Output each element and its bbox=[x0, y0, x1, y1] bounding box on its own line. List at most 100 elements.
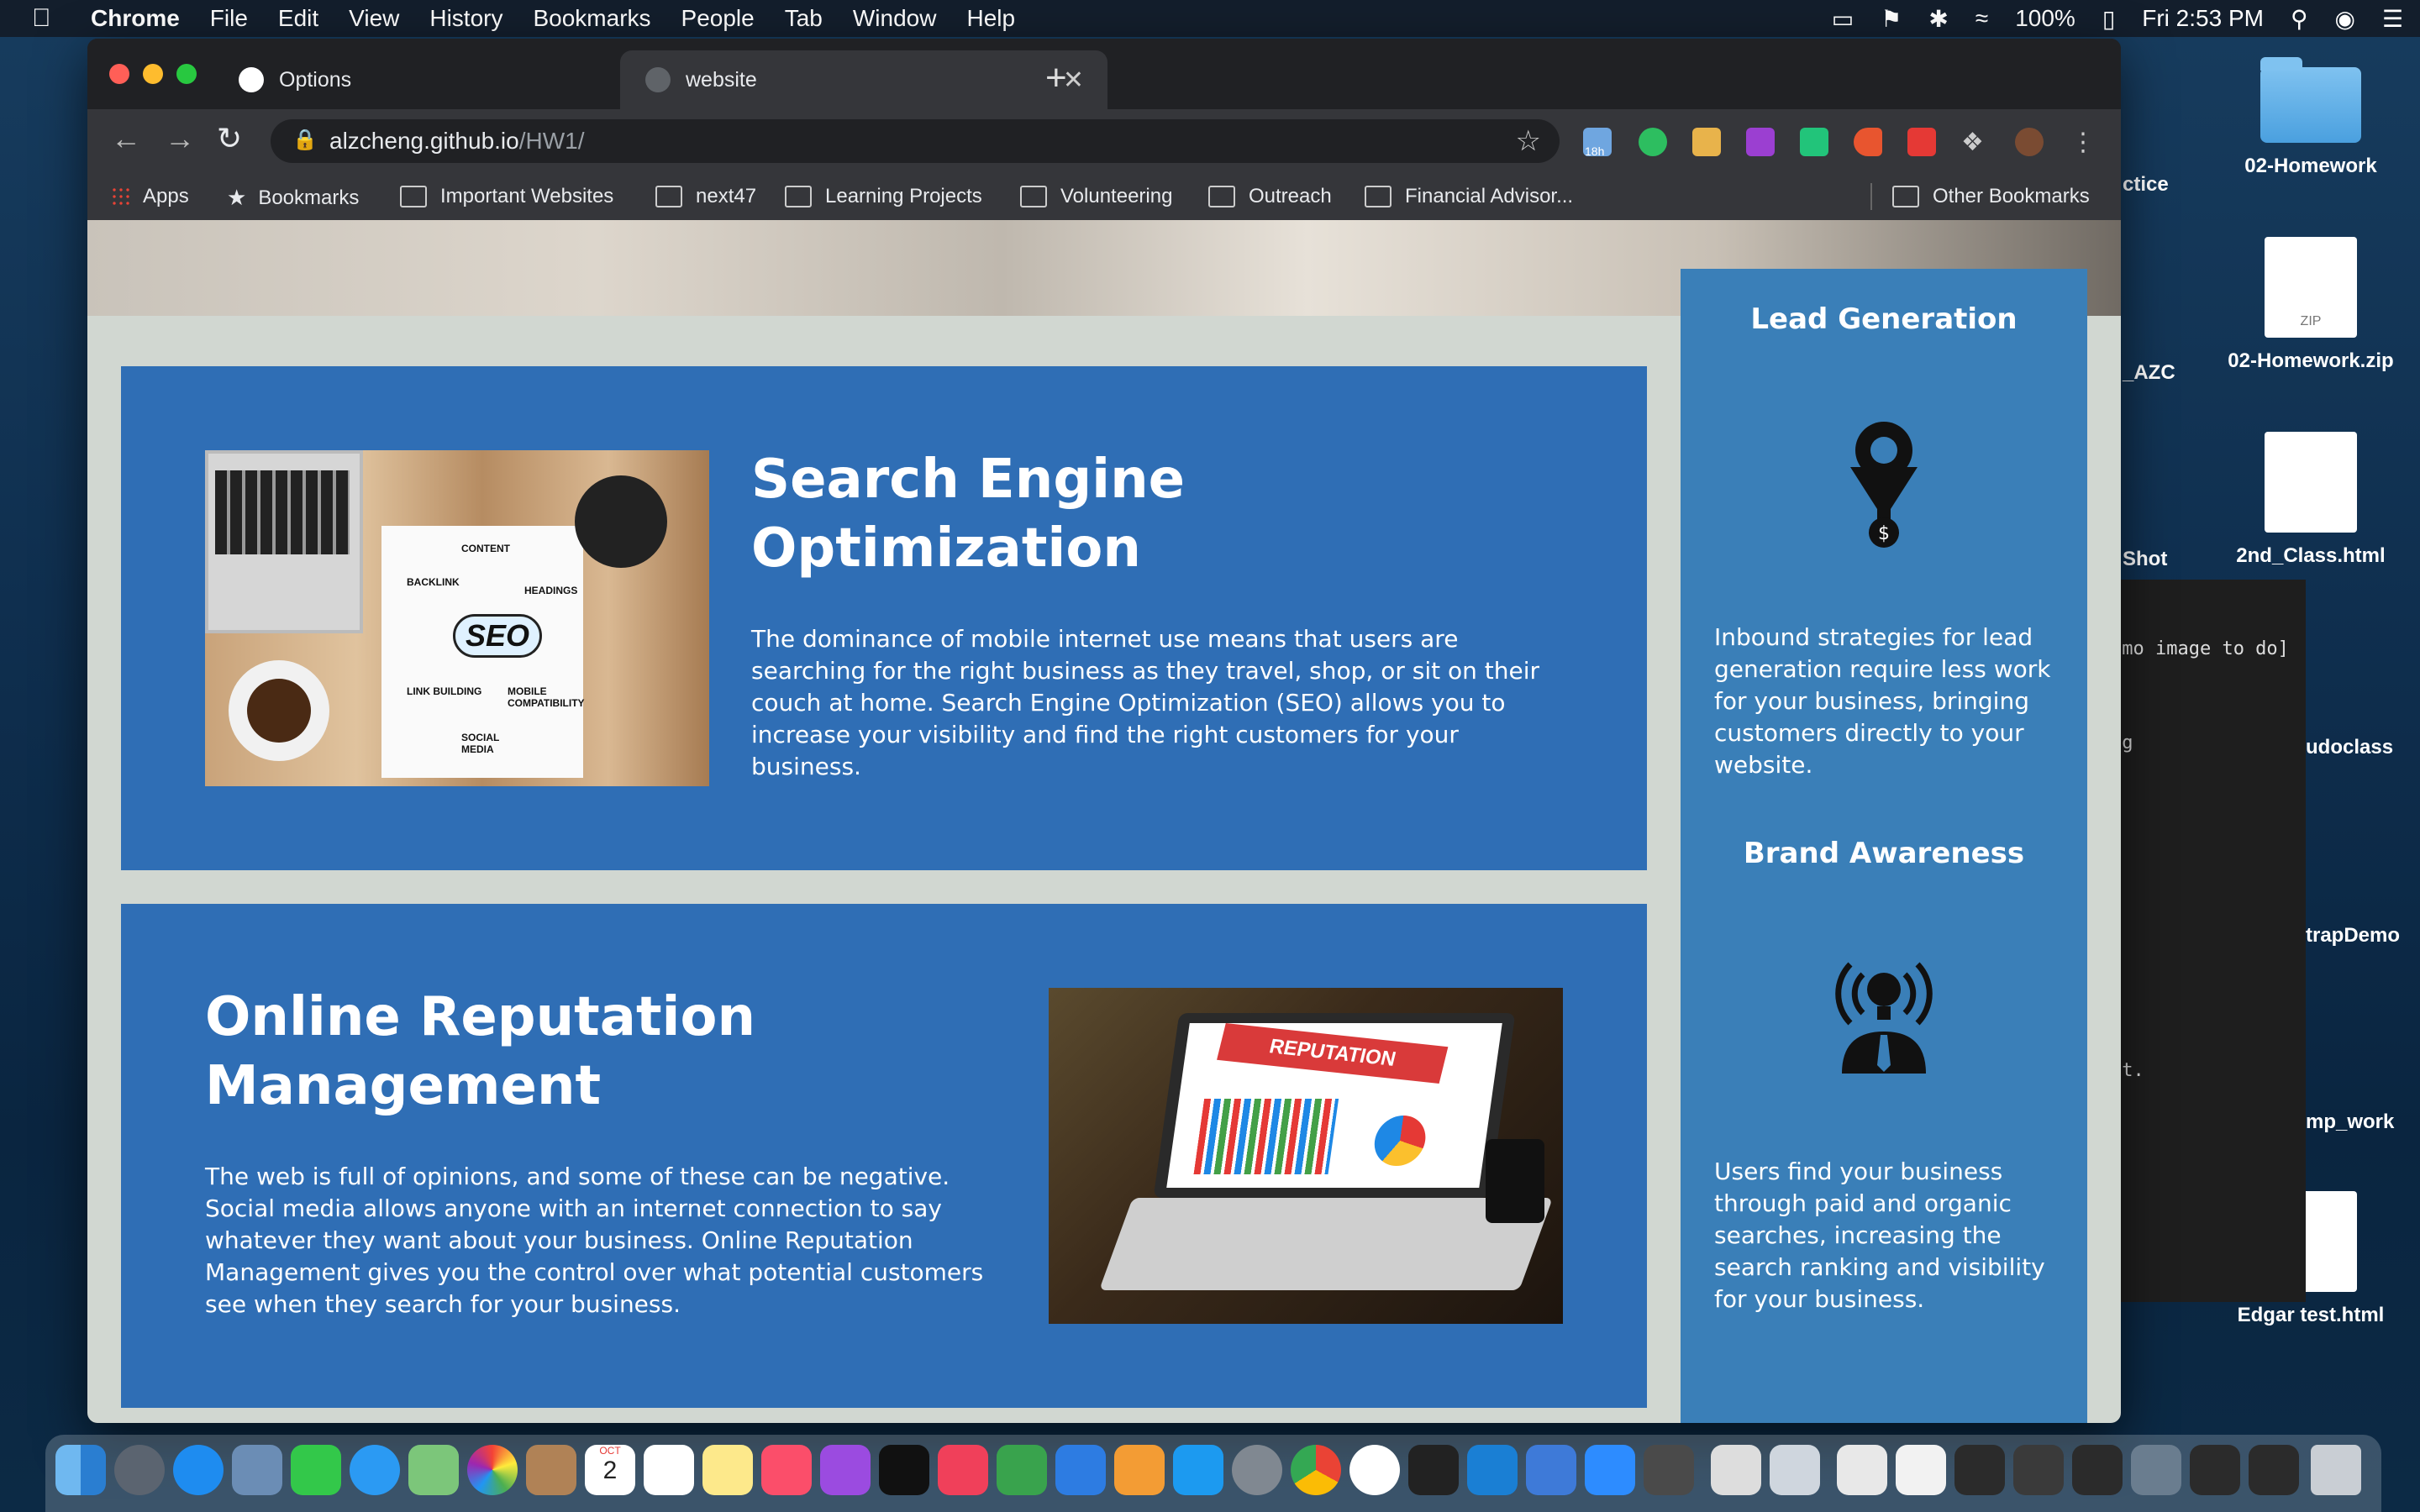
menu-view[interactable]: View bbox=[349, 5, 399, 32]
evernote-icon[interactable] bbox=[1639, 128, 1667, 156]
desktop-file-02-homework-zip[interactable]: ZIP 02-Homework.zip bbox=[2218, 237, 2403, 373]
launchpad-icon[interactable] bbox=[114, 1445, 165, 1495]
finder-icon[interactable] bbox=[55, 1445, 106, 1495]
menu-window[interactable]: Window bbox=[853, 5, 937, 32]
close-window-icon[interactable] bbox=[109, 64, 129, 84]
hourglass-icon[interactable] bbox=[1692, 128, 1721, 156]
search-icon[interactable]: ⚲ bbox=[2291, 5, 2308, 33]
bookmark-bookmarks[interactable]: ★ Bookmarks bbox=[227, 185, 359, 211]
document-icon[interactable] bbox=[1837, 1445, 1887, 1495]
tv-icon[interactable] bbox=[879, 1445, 929, 1495]
bookmark-other-bookmarks[interactable]: Other Bookmarks bbox=[1892, 185, 2090, 208]
bookmark-next47[interactable]: next47 bbox=[655, 185, 756, 208]
minimized-window-icon[interactable] bbox=[2072, 1445, 2123, 1495]
bookmark-outreach[interactable]: Outreach bbox=[1208, 185, 1332, 208]
menu-help[interactable]: Help bbox=[966, 5, 1015, 32]
chrome-icon[interactable] bbox=[1291, 1445, 1341, 1495]
battery-icon[interactable]: ▯ bbox=[2102, 5, 2115, 33]
pages-icon[interactable] bbox=[1114, 1445, 1165, 1495]
minimized-window-icon[interactable] bbox=[2249, 1445, 2299, 1495]
photos-icon[interactable] bbox=[467, 1445, 518, 1495]
slack-icon[interactable] bbox=[1349, 1445, 1400, 1495]
minimized-window-icon[interactable] bbox=[2013, 1445, 2064, 1495]
bookmark-volunteering[interactable]: Volunteering bbox=[1020, 185, 1172, 208]
menu-file[interactable]: File bbox=[210, 5, 248, 32]
github-desktop-icon[interactable] bbox=[1644, 1445, 1694, 1495]
safari-icon[interactable] bbox=[173, 1445, 224, 1495]
music-icon[interactable] bbox=[761, 1445, 812, 1495]
minimized-window-icon[interactable] bbox=[1896, 1445, 1946, 1495]
back-icon[interactable]: ← bbox=[111, 121, 141, 156]
menu-edit[interactable]: Edit bbox=[278, 5, 318, 32]
bookmark-financial-advisor[interactable]: Financial Advisor... bbox=[1365, 185, 1573, 208]
menu-app-name[interactable]: Chrome bbox=[91, 5, 180, 32]
contacts-icon[interactable] bbox=[526, 1445, 576, 1495]
keynote-icon[interactable] bbox=[1055, 1445, 1106, 1495]
desktop-partial-label[interactable]: trapDemo bbox=[2306, 924, 2420, 948]
desktop-partial-label[interactable]: ctice bbox=[2123, 173, 2190, 197]
system-preferences-icon[interactable] bbox=[1232, 1445, 1282, 1495]
xcode-icon[interactable] bbox=[1526, 1445, 1576, 1495]
desktop-partial-label[interactable]: Shot bbox=[2123, 548, 2190, 571]
minimized-window-icon[interactable] bbox=[1954, 1445, 2005, 1495]
desktop-partial-label[interactable]: udoclass bbox=[2306, 736, 2420, 759]
terminal-icon[interactable] bbox=[1408, 1445, 1459, 1495]
menu-tab[interactable]: Tab bbox=[785, 5, 823, 32]
notes-icon[interactable] bbox=[702, 1445, 753, 1495]
color-picker-icon[interactable] bbox=[1746, 128, 1775, 156]
minimized-window-icon[interactable] bbox=[2131, 1445, 2181, 1495]
terminal-window[interactable]: emo image to do] ng ct. bbox=[2101, 580, 2306, 1302]
bookmark-learning-projects[interactable]: Learning Projects bbox=[785, 185, 982, 208]
control-center-icon[interactable]: ☰ bbox=[2382, 5, 2403, 33]
desktop-folder-02-homework[interactable]: 02-Homework bbox=[2218, 57, 2403, 178]
bookmark-apps[interactable]: Apps bbox=[111, 185, 189, 208]
timer-extension-icon[interactable]: 18h bbox=[1583, 128, 1612, 158]
maps-icon[interactable] bbox=[408, 1445, 459, 1495]
bookmark-important-websites[interactable]: Important Websites bbox=[400, 185, 613, 208]
battery-percent[interactable]: 100% bbox=[2015, 5, 2075, 32]
apple-menu-icon[interactable]:  bbox=[32, 4, 66, 33]
calendar-icon[interactable]: OCT 2 bbox=[585, 1445, 635, 1495]
minimize-window-icon[interactable] bbox=[143, 64, 163, 84]
numbers-icon[interactable] bbox=[997, 1445, 1047, 1495]
more-menu-icon[interactable]: ⋮ bbox=[2070, 128, 2099, 156]
menu-bookmarks[interactable]: Bookmarks bbox=[533, 5, 650, 32]
preview-icon[interactable] bbox=[1770, 1445, 1820, 1495]
wifi-icon[interactable]: ≈ bbox=[1975, 5, 1988, 32]
address-bar[interactable]: 🔒 alzcheng.github.io/HW1/ ☆ bbox=[271, 119, 1560, 163]
new-tab-icon[interactable]: + bbox=[1045, 57, 1067, 99]
web-page[interactable]: CONTENT BACKLINK HEADINGS SEO LINK BUILD… bbox=[87, 220, 2121, 1423]
text-edit-icon[interactable] bbox=[1711, 1445, 1761, 1495]
screenshot-extension-icon[interactable] bbox=[1800, 128, 1828, 156]
menu-people[interactable]: People bbox=[681, 5, 755, 32]
vscode-icon[interactable] bbox=[1467, 1445, 1518, 1495]
desktop-partial-label[interactable]: mp_work bbox=[2306, 1110, 2420, 1134]
bluetooth-icon[interactable]: ✱ bbox=[1928, 5, 1948, 33]
zoom-window-icon[interactable] bbox=[176, 64, 197, 84]
forward-icon[interactable]: → bbox=[165, 121, 195, 156]
menu-history[interactable]: History bbox=[429, 5, 502, 32]
desktop-file-2nd-class[interactable]: 2nd_Class.html bbox=[2218, 432, 2403, 568]
tab-website[interactable]: website ✕ bbox=[620, 50, 1107, 109]
zoom-icon[interactable] bbox=[1585, 1445, 1635, 1495]
app-store-icon[interactable] bbox=[1173, 1445, 1223, 1495]
profile-avatar[interactable] bbox=[2015, 128, 2044, 156]
facetime-icon[interactable] bbox=[291, 1445, 341, 1495]
airplay-icon[interactable]: ▭ bbox=[1832, 5, 1854, 33]
bookmark-star-icon[interactable]: ☆ bbox=[1516, 124, 1541, 158]
desktop-partial-label[interactable]: _AZC bbox=[2123, 361, 2190, 385]
trash-icon[interactable] bbox=[2311, 1445, 2361, 1495]
lock-icon[interactable]: 🔒 bbox=[292, 128, 318, 152]
siri-icon[interactable]: ◉ bbox=[2334, 5, 2354, 33]
puzzle-extensions-icon[interactable]: ❖ bbox=[1961, 128, 1990, 156]
news-icon[interactable] bbox=[938, 1445, 988, 1495]
podcasts-icon[interactable] bbox=[820, 1445, 871, 1495]
minimized-window-icon[interactable] bbox=[2190, 1445, 2240, 1495]
send-extension-icon[interactable] bbox=[1854, 128, 1882, 156]
flag-icon[interactable]: ⚑ bbox=[1881, 5, 1902, 33]
clock[interactable]: Fri 2:53 PM bbox=[2142, 5, 2264, 32]
dots-extension-icon[interactable] bbox=[1907, 128, 1936, 156]
reload-icon[interactable]: ↻ bbox=[217, 121, 242, 156]
messages-icon[interactable] bbox=[350, 1445, 400, 1495]
reminders-icon[interactable] bbox=[644, 1445, 694, 1495]
